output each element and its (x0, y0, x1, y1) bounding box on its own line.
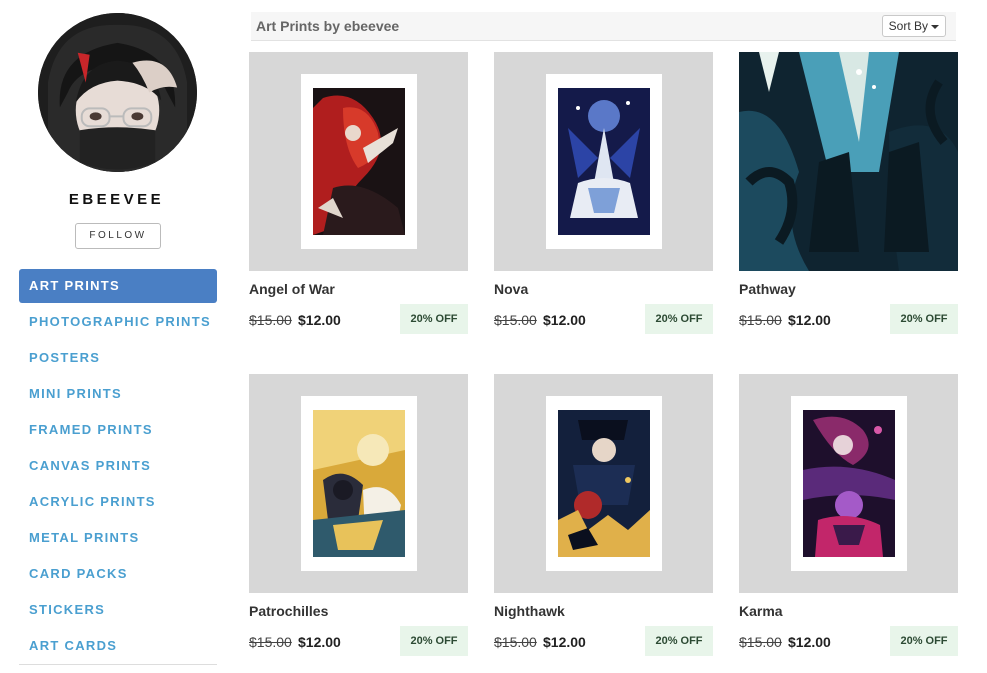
original-price: $15.00 (249, 634, 292, 650)
original-price: $15.00 (739, 634, 782, 650)
gallery-header: Art Prints by ebeevee Sort By (251, 12, 956, 41)
product-card: Nighthawk $15.00 $12.00 20% OFF (494, 374, 713, 659)
print-mat (301, 74, 417, 249)
sort-by-label: Sort By (888, 19, 928, 33)
product-thumbnail[interactable] (494, 52, 713, 271)
caret-down-icon (931, 24, 939, 29)
product-card: Pathway $15.00 $12.00 20% OFF (739, 52, 958, 337)
discount-badge: 20% OFF (400, 304, 468, 334)
product-title[interactable]: Patrochilles (249, 603, 328, 619)
nav-item-posters[interactable]: POSTERS (19, 341, 217, 375)
artwork-image (803, 410, 895, 557)
sale-price: $12.00 (298, 312, 341, 328)
original-price: $15.00 (494, 634, 537, 650)
product-thumbnail[interactable] (739, 52, 958, 271)
nav-item-framed-prints[interactable]: FRAMED PRINTS (19, 413, 217, 447)
follow-button[interactable]: FOLLOW (75, 223, 161, 249)
product-title[interactable]: Nova (494, 281, 528, 297)
avatar-illustration (38, 13, 197, 172)
username: EBEEVEE (68, 191, 165, 208)
product-title[interactable]: Angel of War (249, 281, 335, 297)
discount-badge: 20% OFF (645, 304, 713, 334)
nav-divider (19, 664, 217, 665)
original-price: $15.00 (494, 312, 537, 328)
nav-item-art-cards[interactable]: ART CARDS (19, 629, 217, 663)
nav-item-metal-prints[interactable]: METAL PRINTS (19, 521, 217, 555)
sale-price: $12.00 (543, 312, 586, 328)
nav-item-art-prints[interactable]: ART PRINTS (19, 269, 217, 303)
product-title[interactable]: Karma (739, 603, 783, 619)
discount-badge: 20% OFF (400, 626, 468, 656)
product-card: Karma $15.00 $12.00 20% OFF (739, 374, 958, 659)
discount-badge: 20% OFF (645, 626, 713, 656)
artwork-image (558, 410, 650, 557)
print-mat (791, 396, 907, 571)
sale-price: $12.00 (543, 634, 586, 650)
product-title[interactable]: Pathway (739, 281, 796, 297)
product-thumbnail[interactable] (249, 374, 468, 593)
nav-item-acrylic-prints[interactable]: ACRYLIC PRINTS (19, 485, 217, 519)
product-card: Patrochilles $15.00 $12.00 20% OFF (249, 374, 468, 659)
nav-item-canvas-prints[interactable]: CANVAS PRINTS (19, 449, 217, 483)
product-card: Angel of War $15.00 $12.00 20% OFF (249, 52, 468, 337)
product-thumbnail[interactable] (739, 374, 958, 593)
artwork-image (558, 88, 650, 235)
product-thumbnail[interactable] (249, 52, 468, 271)
artwork-image (739, 52, 958, 271)
nav-item-card-packs[interactable]: CARD PACKS (19, 557, 217, 591)
product-title[interactable]: Nighthawk (494, 603, 565, 619)
product-type-nav: ART PRINTS PHOTOGRAPHIC PRINTS POSTERS M… (19, 269, 217, 665)
nav-item-stickers[interactable]: STICKERS (19, 593, 217, 627)
discount-badge: 20% OFF (890, 304, 958, 334)
gallery-title: Art Prints by ebeevee (256, 18, 400, 34)
sale-price: $12.00 (788, 312, 831, 328)
print-mat (546, 396, 662, 571)
nav-item-photographic-prints[interactable]: PHOTOGRAPHIC PRINTS (19, 305, 217, 339)
artwork-image (313, 410, 405, 557)
nav-item-mini-prints[interactable]: MINI PRINTS (19, 377, 217, 411)
sidebar: EBEEVEE FOLLOW ART PRINTS PHOTOGRAPHIC P… (0, 0, 235, 673)
print-mat (546, 74, 662, 249)
product-card: Nova $15.00 $12.00 20% OFF (494, 52, 713, 337)
sort-by-dropdown[interactable]: Sort By (881, 15, 946, 37)
original-price: $15.00 (739, 312, 782, 328)
sale-price: $12.00 (298, 634, 341, 650)
original-price: $15.00 (249, 312, 292, 328)
print-mat (301, 396, 417, 571)
sale-price: $12.00 (788, 634, 831, 650)
avatar[interactable] (38, 13, 197, 172)
discount-badge: 20% OFF (890, 626, 958, 656)
artwork-image (313, 88, 405, 235)
product-thumbnail[interactable] (494, 374, 713, 593)
